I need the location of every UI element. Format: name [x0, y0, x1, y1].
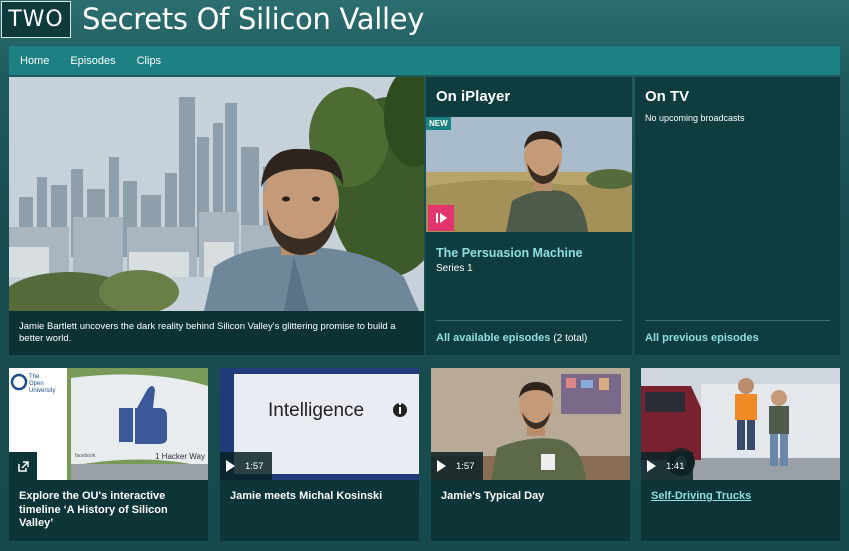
play-icon — [647, 460, 656, 472]
clip-card[interactable]: The Open University facebook 1 Hacker Wa… — [9, 368, 208, 541]
iplayer-icon — [428, 205, 454, 231]
clip-title[interactable]: Jamie's Typical Day — [441, 490, 621, 504]
play-duration[interactable]: 1:41 — [641, 452, 693, 480]
hero-image — [9, 77, 424, 311]
divider — [645, 320, 830, 321]
all-available-episodes-label: All available episodes — [436, 332, 551, 344]
clip-thumbnail[interactable]: The Open University facebook 1 Hacker Wa… — [9, 368, 208, 480]
all-available-episodes-link[interactable]: All available episodes (2 total) — [436, 332, 587, 344]
no-broadcasts-note: No upcoming broadcasts — [645, 113, 745, 123]
clip-card[interactable]: 1:41 Self-Driving Trucks — [641, 368, 840, 541]
sign-text: 1 Hacker Way — [155, 452, 205, 461]
hero-caption: Jamie Bartlett uncovers the dark reality… — [9, 311, 424, 355]
on-tv-panel: On TV No upcoming broadcasts All previou… — [635, 77, 840, 355]
programme-title[interactable]: Secrets Of Silicon Valley — [82, 2, 424, 36]
on-iplayer-panel: On iPlayer NEW The Persuasion Machine Se… — [426, 77, 632, 355]
hero-promo: Jamie Bartlett uncovers the dark reality… — [9, 77, 424, 355]
on-tv-heading: On TV — [645, 88, 690, 105]
masthead: TWO Secrets Of Silicon Valley — [0, 0, 849, 44]
episode-count: (2 total) — [553, 333, 588, 344]
all-previous-episodes-link[interactable]: All previous episodes — [645, 332, 759, 344]
clip-duration: 1:57 — [245, 460, 264, 472]
channel-logo[interactable]: TWO — [1, 1, 71, 38]
open-university-logo-text: The Open University — [29, 374, 56, 394]
clip-card[interactable]: 1:57 Jamie's Typical Day — [431, 368, 630, 541]
new-badge: NEW — [426, 117, 451, 130]
play-icon — [226, 460, 235, 472]
play-icon — [437, 460, 446, 472]
programme-nav: Home Episodes Clips — [9, 46, 840, 75]
clip-title[interactable]: Explore the OU's interactive timeline ‘A… — [19, 490, 199, 531]
play-duration[interactable]: 1:57 — [431, 452, 483, 480]
on-iplayer-heading: On iPlayer — [436, 88, 511, 105]
clip-card[interactable]: Intelligence 1:57 Jamie meets Michal Kos… — [220, 368, 419, 541]
clip-title[interactable]: Jamie meets Michal Kosinski — [230, 490, 410, 504]
clip-thumbnail[interactable]: 1:41 — [641, 368, 840, 480]
iplayer-episode-series: Series 1 — [436, 263, 473, 274]
external-link-icon — [9, 452, 37, 480]
play-duration[interactable]: 1:57 — [220, 452, 272, 480]
divider — [436, 320, 622, 321]
clip-title[interactable]: Self-Driving Trucks — [651, 490, 831, 504]
clip-duration: 1:41 — [666, 460, 685, 472]
clip-duration: 1:57 — [456, 460, 475, 472]
iplayer-episode-title[interactable]: The Persuasion Machine — [436, 246, 583, 260]
nav-home[interactable]: Home — [20, 55, 49, 67]
screen-text: Intelligence — [268, 400, 365, 421]
sign-small-text: facebook — [75, 453, 96, 459]
clip-thumbnail[interactable]: 1:57 — [431, 368, 630, 480]
clip-thumbnail[interactable]: Intelligence 1:57 — [220, 368, 419, 480]
nav-episodes[interactable]: Episodes — [70, 55, 115, 67]
nav-clips[interactable]: Clips — [137, 55, 161, 67]
iplayer-episode-thumbnail[interactable]: NEW — [426, 117, 632, 232]
